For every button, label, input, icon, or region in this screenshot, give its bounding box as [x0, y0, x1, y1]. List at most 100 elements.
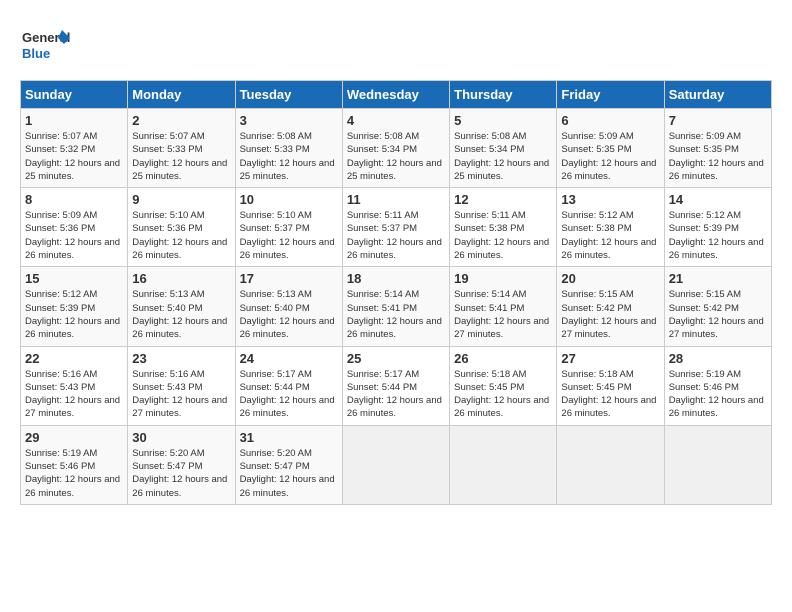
day-number: 31 [240, 430, 338, 445]
day-info: Sunrise: 5:09 AM Sunset: 5:36 PM Dayligh… [25, 209, 123, 262]
day-number: 16 [132, 271, 230, 286]
day-number: 30 [132, 430, 230, 445]
calendar-day-cell: 28 Sunrise: 5:19 AM Sunset: 5:46 PM Dayl… [664, 346, 771, 425]
day-number: 3 [240, 113, 338, 128]
day-info: Sunrise: 5:17 AM Sunset: 5:44 PM Dayligh… [347, 368, 445, 421]
calendar-day-cell: 30 Sunrise: 5:20 AM Sunset: 5:47 PM Dayl… [128, 425, 235, 504]
day-number: 18 [347, 271, 445, 286]
day-info: Sunrise: 5:19 AM Sunset: 5:46 PM Dayligh… [25, 447, 123, 500]
day-number: 20 [561, 271, 659, 286]
svg-text:Blue: Blue [22, 46, 50, 61]
calendar-day-cell [557, 425, 664, 504]
calendar-day-cell: 24 Sunrise: 5:17 AM Sunset: 5:44 PM Dayl… [235, 346, 342, 425]
calendar-day-cell: 20 Sunrise: 5:15 AM Sunset: 5:42 PM Dayl… [557, 267, 664, 346]
day-of-week-header: Saturday [664, 81, 771, 109]
calendar-day-cell: 15 Sunrise: 5:12 AM Sunset: 5:39 PM Dayl… [21, 267, 128, 346]
day-number: 9 [132, 192, 230, 207]
day-info: Sunrise: 5:10 AM Sunset: 5:36 PM Dayligh… [132, 209, 230, 262]
calendar-day-cell: 10 Sunrise: 5:10 AM Sunset: 5:37 PM Dayl… [235, 188, 342, 267]
day-number: 14 [669, 192, 767, 207]
day-info: Sunrise: 5:16 AM Sunset: 5:43 PM Dayligh… [25, 368, 123, 421]
day-info: Sunrise: 5:17 AM Sunset: 5:44 PM Dayligh… [240, 368, 338, 421]
day-number: 26 [454, 351, 552, 366]
day-info: Sunrise: 5:12 AM Sunset: 5:39 PM Dayligh… [669, 209, 767, 262]
calendar-day-cell [450, 425, 557, 504]
days-of-week-row: SundayMondayTuesdayWednesdayThursdayFrid… [21, 81, 772, 109]
day-info: Sunrise: 5:20 AM Sunset: 5:47 PM Dayligh… [132, 447, 230, 500]
day-info: Sunrise: 5:15 AM Sunset: 5:42 PM Dayligh… [669, 288, 767, 341]
calendar-day-cell [664, 425, 771, 504]
calendar-week-row: 22 Sunrise: 5:16 AM Sunset: 5:43 PM Dayl… [21, 346, 772, 425]
day-number: 5 [454, 113, 552, 128]
calendar-day-cell: 7 Sunrise: 5:09 AM Sunset: 5:35 PM Dayli… [664, 109, 771, 188]
day-number: 22 [25, 351, 123, 366]
day-info: Sunrise: 5:14 AM Sunset: 5:41 PM Dayligh… [454, 288, 552, 341]
day-number: 15 [25, 271, 123, 286]
day-info: Sunrise: 5:08 AM Sunset: 5:33 PM Dayligh… [240, 130, 338, 183]
calendar-day-cell: 14 Sunrise: 5:12 AM Sunset: 5:39 PM Dayl… [664, 188, 771, 267]
calendar-day-cell: 17 Sunrise: 5:13 AM Sunset: 5:40 PM Dayl… [235, 267, 342, 346]
day-number: 4 [347, 113, 445, 128]
day-info: Sunrise: 5:07 AM Sunset: 5:33 PM Dayligh… [132, 130, 230, 183]
logo-svg: General Blue [20, 20, 70, 70]
day-number: 2 [132, 113, 230, 128]
calendar-day-cell: 9 Sunrise: 5:10 AM Sunset: 5:36 PM Dayli… [128, 188, 235, 267]
day-number: 29 [25, 430, 123, 445]
calendar-week-row: 1 Sunrise: 5:07 AM Sunset: 5:32 PM Dayli… [21, 109, 772, 188]
day-info: Sunrise: 5:13 AM Sunset: 5:40 PM Dayligh… [240, 288, 338, 341]
calendar-day-cell: 18 Sunrise: 5:14 AM Sunset: 5:41 PM Dayl… [342, 267, 449, 346]
calendar-day-cell: 31 Sunrise: 5:20 AM Sunset: 5:47 PM Dayl… [235, 425, 342, 504]
calendar-day-cell: 23 Sunrise: 5:16 AM Sunset: 5:43 PM Dayl… [128, 346, 235, 425]
day-info: Sunrise: 5:09 AM Sunset: 5:35 PM Dayligh… [669, 130, 767, 183]
calendar-day-cell: 27 Sunrise: 5:18 AM Sunset: 5:45 PM Dayl… [557, 346, 664, 425]
calendar-day-cell [342, 425, 449, 504]
logo: General Blue [20, 20, 70, 70]
calendar-day-cell: 25 Sunrise: 5:17 AM Sunset: 5:44 PM Dayl… [342, 346, 449, 425]
day-of-week-header: Friday [557, 81, 664, 109]
day-number: 25 [347, 351, 445, 366]
day-number: 17 [240, 271, 338, 286]
day-info: Sunrise: 5:20 AM Sunset: 5:47 PM Dayligh… [240, 447, 338, 500]
day-number: 11 [347, 192, 445, 207]
day-of-week-header: Monday [128, 81, 235, 109]
calendar-week-row: 29 Sunrise: 5:19 AM Sunset: 5:46 PM Dayl… [21, 425, 772, 504]
calendar-day-cell: 6 Sunrise: 5:09 AM Sunset: 5:35 PM Dayli… [557, 109, 664, 188]
day-info: Sunrise: 5:12 AM Sunset: 5:38 PM Dayligh… [561, 209, 659, 262]
page-header: General Blue [20, 20, 772, 70]
day-info: Sunrise: 5:15 AM Sunset: 5:42 PM Dayligh… [561, 288, 659, 341]
day-info: Sunrise: 5:11 AM Sunset: 5:38 PM Dayligh… [454, 209, 552, 262]
day-number: 12 [454, 192, 552, 207]
day-info: Sunrise: 5:11 AM Sunset: 5:37 PM Dayligh… [347, 209, 445, 262]
day-info: Sunrise: 5:09 AM Sunset: 5:35 PM Dayligh… [561, 130, 659, 183]
day-number: 1 [25, 113, 123, 128]
calendar-day-cell: 16 Sunrise: 5:13 AM Sunset: 5:40 PM Dayl… [128, 267, 235, 346]
day-number: 21 [669, 271, 767, 286]
day-number: 23 [132, 351, 230, 366]
calendar-day-cell: 29 Sunrise: 5:19 AM Sunset: 5:46 PM Dayl… [21, 425, 128, 504]
day-info: Sunrise: 5:18 AM Sunset: 5:45 PM Dayligh… [454, 368, 552, 421]
calendar-day-cell: 4 Sunrise: 5:08 AM Sunset: 5:34 PM Dayli… [342, 109, 449, 188]
calendar-day-cell: 11 Sunrise: 5:11 AM Sunset: 5:37 PM Dayl… [342, 188, 449, 267]
day-of-week-header: Thursday [450, 81, 557, 109]
day-number: 8 [25, 192, 123, 207]
day-info: Sunrise: 5:12 AM Sunset: 5:39 PM Dayligh… [25, 288, 123, 341]
calendar-week-row: 8 Sunrise: 5:09 AM Sunset: 5:36 PM Dayli… [21, 188, 772, 267]
calendar-day-cell: 2 Sunrise: 5:07 AM Sunset: 5:33 PM Dayli… [128, 109, 235, 188]
calendar-day-cell: 8 Sunrise: 5:09 AM Sunset: 5:36 PM Dayli… [21, 188, 128, 267]
calendar-day-cell: 13 Sunrise: 5:12 AM Sunset: 5:38 PM Dayl… [557, 188, 664, 267]
calendar-day-cell: 3 Sunrise: 5:08 AM Sunset: 5:33 PM Dayli… [235, 109, 342, 188]
day-number: 27 [561, 351, 659, 366]
day-info: Sunrise: 5:10 AM Sunset: 5:37 PM Dayligh… [240, 209, 338, 262]
day-info: Sunrise: 5:18 AM Sunset: 5:45 PM Dayligh… [561, 368, 659, 421]
day-info: Sunrise: 5:13 AM Sunset: 5:40 PM Dayligh… [132, 288, 230, 341]
calendar-day-cell: 21 Sunrise: 5:15 AM Sunset: 5:42 PM Dayl… [664, 267, 771, 346]
day-number: 7 [669, 113, 767, 128]
day-number: 13 [561, 192, 659, 207]
day-info: Sunrise: 5:08 AM Sunset: 5:34 PM Dayligh… [454, 130, 552, 183]
day-number: 19 [454, 271, 552, 286]
calendar-day-cell: 5 Sunrise: 5:08 AM Sunset: 5:34 PM Dayli… [450, 109, 557, 188]
day-info: Sunrise: 5:16 AM Sunset: 5:43 PM Dayligh… [132, 368, 230, 421]
calendar-week-row: 15 Sunrise: 5:12 AM Sunset: 5:39 PM Dayl… [21, 267, 772, 346]
day-info: Sunrise: 5:08 AM Sunset: 5:34 PM Dayligh… [347, 130, 445, 183]
day-number: 24 [240, 351, 338, 366]
